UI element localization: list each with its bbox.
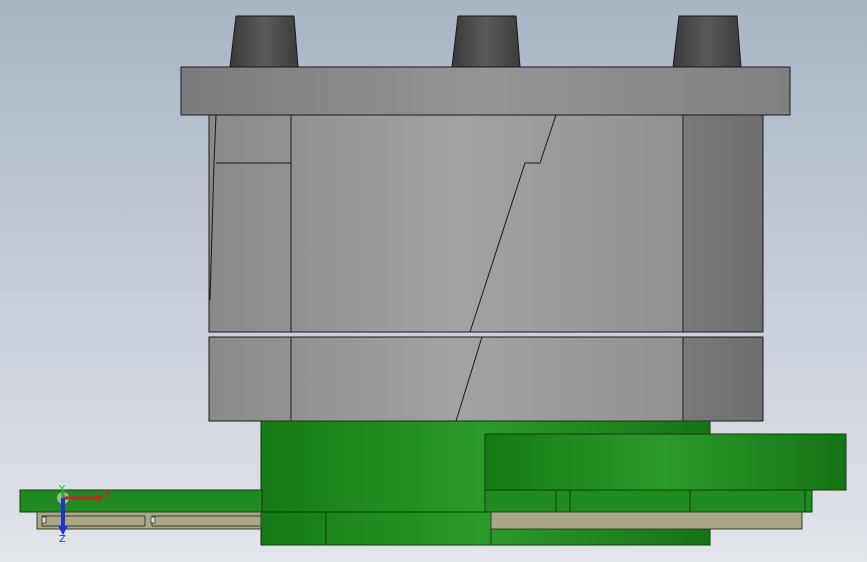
green-left-arm[interactable]	[19, 489, 263, 513]
top-boss-right[interactable]	[672, 15, 742, 68]
3d-graphics-viewport[interactable]: X Y Z	[0, 0, 867, 562]
tan-plate-left[interactable]	[36, 511, 262, 530]
green-right-rail[interactable]	[484, 489, 813, 513]
green-right-arm[interactable]	[484, 433, 847, 491]
top-clamp-plate[interactable]	[180, 66, 791, 116]
top-boss-left[interactable]	[229, 15, 299, 68]
model-view[interactable]: X Y Z	[0, 0, 867, 562]
top-boss-center[interactable]	[451, 15, 521, 68]
z-axis-label: Z	[59, 534, 66, 545]
upper-mold-block[interactable]	[208, 114, 764, 333]
tan-plate-right[interactable]	[490, 511, 803, 530]
y-axis-label: Y	[58, 484, 66, 495]
x-axis-label: X	[104, 489, 111, 500]
lower-mold-block[interactable]	[208, 336, 764, 422]
